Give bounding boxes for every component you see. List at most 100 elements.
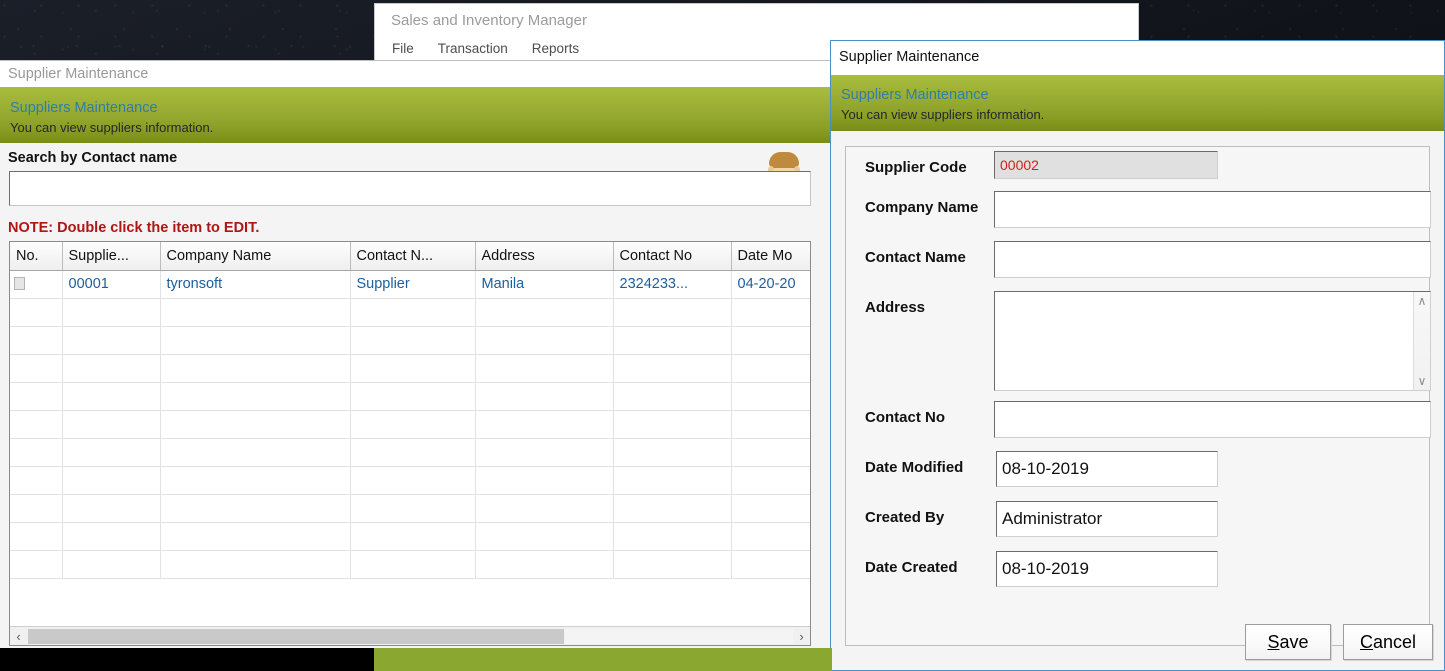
address-label: Address bbox=[865, 299, 926, 316]
contact-name-label: Contact Name bbox=[865, 249, 966, 266]
cell-empty bbox=[10, 522, 63, 551]
cell-empty bbox=[613, 466, 732, 495]
cell-empty bbox=[731, 550, 810, 579]
save-button[interactable]: Save bbox=[1245, 624, 1331, 660]
cell-empty bbox=[62, 382, 161, 411]
cell-empty bbox=[10, 382, 63, 411]
cell-empty bbox=[62, 298, 161, 327]
cell-empty bbox=[613, 354, 732, 383]
supplier-list-window: Supplier Maintenance Suppliers Maintenan… bbox=[0, 60, 832, 671]
address-field[interactable] bbox=[994, 291, 1431, 391]
table-row-empty[interactable] bbox=[10, 410, 810, 439]
table-row-empty[interactable] bbox=[10, 522, 810, 551]
supplier-list-titlebar[interactable]: Supplier Maintenance bbox=[0, 61, 832, 87]
column-header-address[interactable]: Address bbox=[475, 242, 614, 271]
cell-empty bbox=[475, 494, 614, 523]
cell-empty bbox=[160, 382, 351, 411]
scroll-right-arrow-icon[interactable]: › bbox=[793, 629, 810, 644]
date-created-field[interactable] bbox=[996, 551, 1218, 587]
cell-empty bbox=[350, 298, 476, 327]
cell-empty bbox=[10, 550, 63, 579]
banner-subtitle: You can view suppliers information. bbox=[10, 120, 214, 135]
table-row[interactable]: 1 00001 tyronsoft Supplier Manila 232423… bbox=[10, 270, 810, 299]
contact-no-label: Contact No bbox=[865, 409, 945, 426]
column-header-no[interactable]: No. bbox=[10, 242, 63, 271]
cell-empty bbox=[350, 466, 476, 495]
cell-empty bbox=[475, 298, 614, 327]
cell-empty bbox=[10, 438, 63, 467]
table-row-empty[interactable] bbox=[10, 326, 810, 355]
cell-contact-no: 2324233... bbox=[613, 270, 732, 299]
cell-empty bbox=[613, 382, 732, 411]
cell-empty bbox=[160, 326, 351, 355]
supplier-list-banner: Suppliers Maintenance You can view suppl… bbox=[0, 87, 832, 143]
column-header-company-name[interactable]: Company Name bbox=[160, 242, 351, 271]
cell-empty bbox=[613, 298, 732, 327]
supplier-list-title: Supplier Maintenance bbox=[8, 66, 149, 82]
cell-address: Manila bbox=[475, 270, 614, 299]
table-row-empty[interactable] bbox=[10, 382, 810, 411]
table-row-empty[interactable] bbox=[10, 438, 810, 467]
scroll-down-chevron-icon[interactable]: ∨ bbox=[1418, 374, 1427, 388]
table-row-empty[interactable] bbox=[10, 466, 810, 495]
grid-horizontal-scrollbar[interactable]: ‹ › bbox=[10, 626, 810, 645]
cell-empty bbox=[350, 326, 476, 355]
contact-name-field[interactable] bbox=[994, 241, 1431, 278]
cell-empty bbox=[62, 466, 161, 495]
menu-item-file[interactable]: File bbox=[389, 40, 417, 57]
search-input[interactable] bbox=[9, 171, 811, 206]
menu-item-transaction[interactable]: Transaction bbox=[435, 40, 511, 57]
cell-empty bbox=[62, 550, 161, 579]
supplier-detail-titlebar[interactable]: Supplier Maintenance bbox=[831, 41, 1444, 75]
supplier-detail-button-bar: Save Cancel bbox=[1245, 624, 1434, 660]
supplier-code-field[interactable] bbox=[994, 151, 1218, 179]
table-row-empty[interactable] bbox=[10, 494, 810, 523]
menu-item-reports[interactable]: Reports bbox=[529, 40, 582, 57]
column-header-date-modified[interactable]: Date Mo bbox=[731, 242, 810, 271]
cell-empty bbox=[160, 522, 351, 551]
cell-contact-name: Supplier bbox=[350, 270, 476, 299]
scrollbar-track[interactable] bbox=[565, 628, 793, 644]
cell-empty bbox=[62, 326, 161, 355]
cell-empty bbox=[475, 410, 614, 439]
cell-supplier-code: 00001 bbox=[62, 270, 161, 299]
cell-empty bbox=[731, 494, 810, 523]
company-name-field[interactable] bbox=[994, 191, 1431, 228]
cell-empty bbox=[10, 410, 63, 439]
column-header-supplier-code[interactable]: Supplie... bbox=[62, 242, 161, 271]
edit-note: NOTE: Double click the item to EDIT. bbox=[8, 220, 260, 236]
contact-no-field[interactable] bbox=[994, 401, 1431, 438]
cell-empty bbox=[613, 550, 732, 579]
row-selector-icon[interactable] bbox=[14, 276, 25, 290]
cell-empty bbox=[62, 354, 161, 383]
column-header-contact-no[interactable]: Contact No bbox=[613, 242, 732, 271]
supplier-code-label: Supplier Code bbox=[865, 159, 967, 176]
table-row-empty[interactable] bbox=[10, 298, 810, 327]
cell-empty bbox=[160, 298, 351, 327]
cell-empty bbox=[10, 326, 63, 355]
cell-empty bbox=[613, 326, 732, 355]
date-modified-field[interactable] bbox=[996, 451, 1218, 487]
cell-empty bbox=[10, 298, 63, 327]
suppliers-grid[interactable]: No. Supplie... Company Name Contact N...… bbox=[9, 241, 811, 646]
cell-empty bbox=[10, 354, 63, 383]
cell-empty bbox=[731, 410, 810, 439]
column-header-contact-name[interactable]: Contact N... bbox=[350, 242, 476, 271]
date-modified-label: Date Modified bbox=[865, 459, 964, 476]
supplier-detail-dialog: Supplier Maintenance Suppliers Maintenan… bbox=[830, 40, 1445, 671]
cell-empty bbox=[350, 410, 476, 439]
taskbar[interactable] bbox=[0, 648, 374, 671]
scrollbar-thumb[interactable] bbox=[28, 628, 565, 644]
created-by-field[interactable] bbox=[996, 501, 1218, 537]
cell-empty bbox=[350, 550, 476, 579]
dialog-cancel-button[interactable]: Cancel bbox=[1343, 624, 1434, 660]
table-row-empty[interactable] bbox=[10, 550, 810, 579]
cell-empty bbox=[160, 494, 351, 523]
scroll-left-arrow-icon[interactable]: ‹ bbox=[10, 629, 27, 644]
address-vertical-scrollbar[interactable]: ∧ ∨ bbox=[1413, 292, 1430, 390]
cell-empty bbox=[613, 410, 732, 439]
cell-empty bbox=[475, 466, 614, 495]
cell-empty bbox=[160, 466, 351, 495]
scroll-up-chevron-icon[interactable]: ∧ bbox=[1418, 294, 1427, 308]
table-row-empty[interactable] bbox=[10, 354, 810, 383]
